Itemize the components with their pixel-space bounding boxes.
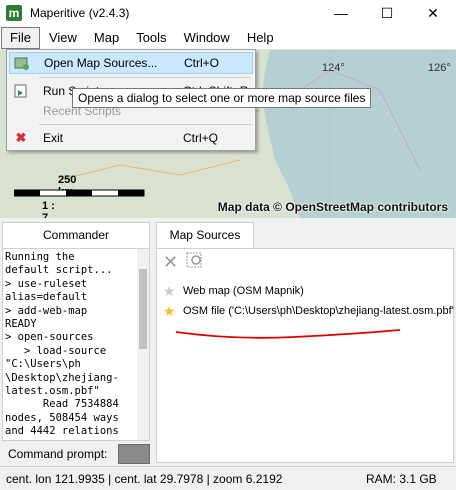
maximize-icon: ☐ xyxy=(380,4,394,21)
console-line: > load-source xyxy=(5,344,107,357)
menu-help[interactable]: Help xyxy=(239,27,282,49)
list-item[interactable]: ★ OSM file ('C:\Users\ph\Desktop\zhejian… xyxy=(163,301,454,321)
zoom-to-source-icon[interactable] xyxy=(186,252,204,276)
console-output: Running the default script... > use-rulese… xyxy=(5,251,137,439)
console-line: alias=default xyxy=(5,291,88,304)
window-title: Maperitive (v2.4.3) xyxy=(30,6,130,20)
console-scrollbar[interactable] xyxy=(137,249,149,440)
console-line: \Desktop\zhejiang- xyxy=(5,371,119,384)
tab-map-sources[interactable]: Map Sources xyxy=(156,222,254,248)
minimize-button[interactable]: — xyxy=(318,0,364,26)
longitude-label: 124° xyxy=(322,62,345,74)
exit-icon: ✖ xyxy=(15,130,27,145)
menu-item-shortcut: Ctrl+O xyxy=(184,56,220,70)
console-line: nodes, 508454 ways xyxy=(5,411,119,424)
remove-source-icon[interactable]: ✕ xyxy=(163,252,178,276)
longitude-label: 126° xyxy=(428,62,451,74)
scale-ratio: 1 : 7 170 784 xyxy=(42,200,55,218)
app-icon: m xyxy=(6,5,22,21)
run-script-icon xyxy=(13,83,29,99)
command-prompt-label: Command prompt: xyxy=(8,447,108,461)
star-icon: ★ xyxy=(163,282,176,299)
menu-item-label: Exit xyxy=(43,131,64,145)
console-line: > add-web-map xyxy=(5,304,88,317)
menu-tools[interactable]: Tools xyxy=(128,27,174,49)
menu-item-open-map-sources[interactable]: Open Map Sources... Ctrl+O xyxy=(9,52,253,74)
scrollbar-thumb[interactable] xyxy=(139,269,147,349)
menu-separator xyxy=(39,124,251,125)
menu-file[interactable]: File xyxy=(1,26,40,49)
minimize-icon: — xyxy=(334,5,348,21)
console-line: default script... xyxy=(5,264,113,277)
scale-ruler xyxy=(14,189,145,197)
list-item[interactable]: ★ Web map (OSM Mapnik) xyxy=(163,281,304,301)
console-line: Read 7534884 xyxy=(5,398,119,411)
menu-item-exit[interactable]: ✖ Exit Ctrl+Q xyxy=(9,127,253,149)
command-prompt: Command prompt: xyxy=(2,441,150,467)
title-bar: m Maperitive (v2.4.3) — ☐ ✕ xyxy=(0,0,456,26)
menu-item-label: Open Map Sources... xyxy=(44,56,158,70)
menu-item-shortcut: Ctrl+Q xyxy=(183,131,219,145)
console-line: READY xyxy=(5,318,37,331)
tab-commander[interactable]: Commander xyxy=(2,222,150,248)
menu-separator xyxy=(39,77,251,78)
console-line: > open-sources xyxy=(5,331,94,344)
source-label: OSM file ('C:\Users\ph\Desktop\zhejiang-… xyxy=(183,305,454,317)
menu-map[interactable]: Map xyxy=(86,27,127,49)
annotation-underline xyxy=(175,329,401,339)
console-line: Running the xyxy=(5,251,75,263)
status-coordinates: cent. lon 121.9935 | cent. lat 29.7978 |… xyxy=(6,471,283,486)
tooltip: Opens a dialog to select one or more map… xyxy=(72,88,372,108)
console-line: "C:\Users\ph xyxy=(5,358,81,371)
star-icon: ★ xyxy=(163,302,176,319)
status-bar: cent. lon 121.9935 | cent. lat 29.7978 |… xyxy=(0,466,456,490)
map-sources-panel: ✕ ★ Web map (OSM Mapnik) ★ OSM file ('C:… xyxy=(156,248,454,463)
menu-view[interactable]: View xyxy=(41,27,85,49)
maximize-button[interactable]: ☐ xyxy=(364,0,410,26)
console-line: latest.osm.pbf" xyxy=(5,385,100,398)
menu-bar: File View Map Tools Window Help xyxy=(0,26,456,50)
close-button[interactable]: ✕ xyxy=(410,0,456,26)
menu-window[interactable]: Window xyxy=(176,27,238,49)
command-input[interactable] xyxy=(118,444,150,464)
console-line: and 4442 relations xyxy=(5,425,119,438)
sources-toolbar: ✕ xyxy=(163,252,204,276)
open-map-sources-icon xyxy=(14,55,30,71)
commander-console[interactable]: Running the default script... > use-rulese… xyxy=(2,248,150,441)
status-ram: RAM: 3.1 GB xyxy=(366,471,437,486)
console-line: > use-ruleset xyxy=(5,277,88,290)
map-attribution: Map data © OpenStreetMap contributors xyxy=(217,200,448,214)
source-label: Web map (OSM Mapnik) xyxy=(183,285,304,297)
close-icon: ✕ xyxy=(427,4,439,21)
